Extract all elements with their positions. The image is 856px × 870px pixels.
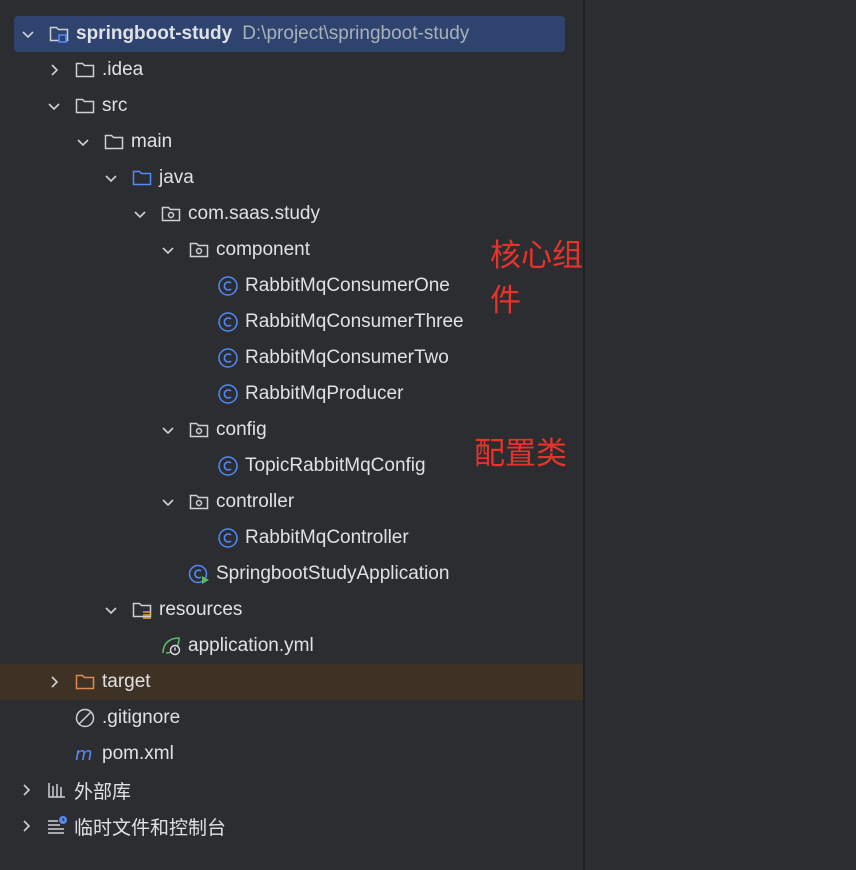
tree-node-label: resources (159, 599, 243, 620)
tree-node-package[interactable]: com.saas.study (0, 196, 583, 232)
tree-node-label: 外部库 (74, 781, 132, 803)
tree-node-label: application.yml (188, 635, 314, 656)
svg-text:m: m (75, 744, 93, 765)
tree-node-label: main (131, 131, 173, 152)
tree-node-external-libraries[interactable]: 外部库 (0, 772, 583, 808)
chevron-down-icon[interactable] (46, 98, 62, 114)
chevron-down-icon[interactable] (160, 242, 176, 258)
class-icon (217, 455, 239, 477)
project-path: D:\project\springboot-study (242, 23, 470, 44)
tree-node-label: config (216, 419, 267, 440)
ignore-file-icon (74, 707, 96, 729)
class-icon (217, 275, 239, 297)
library-icon (46, 779, 68, 801)
project-tree-panel: springboot-study D:\project\springboot-s… (0, 0, 583, 870)
tree-node-yml[interactable]: application.yml (0, 628, 583, 664)
tree-node-label: SpringbootStudyApplication (216, 563, 450, 584)
tree-node-label: 临时文件和控制台 (74, 817, 227, 839)
tree-node-idea[interactable]: .idea (0, 52, 583, 88)
chevron-down-icon[interactable] (75, 134, 91, 150)
chevron-right-icon[interactable] (46, 674, 62, 690)
folder-icon (74, 95, 96, 117)
tree-node-label: com.saas.study (188, 203, 320, 224)
tree-node-label: .idea (102, 59, 144, 80)
tree-node-label: .gitignore (102, 707, 181, 728)
tree-node-java[interactable]: java (0, 160, 583, 196)
source-folder-icon (131, 167, 153, 189)
tree-node-scratches[interactable]: 临时文件和控制台 (0, 808, 583, 844)
class-icon (217, 383, 239, 405)
tree-node-label: TopicRabbitMqConfig (245, 455, 426, 476)
chevron-down-icon[interactable] (103, 170, 119, 186)
maven-icon: m (74, 743, 96, 765)
chevron-down-icon[interactable] (103, 602, 119, 618)
package-icon (188, 239, 210, 261)
folder-icon (103, 131, 125, 153)
scratches-icon (46, 815, 68, 837)
tree-node-label: RabbitMqController (245, 527, 409, 548)
module-folder-icon (48, 23, 70, 45)
tree-node-main[interactable]: main (0, 124, 583, 160)
chevron-right-icon[interactable] (46, 62, 62, 78)
tree-node-label: RabbitMqConsumerOne (245, 275, 450, 296)
tree-node-label: java (159, 167, 194, 188)
tree-node-controller[interactable]: controller (0, 484, 583, 520)
chevron-down-icon[interactable] (132, 206, 148, 222)
class-icon (217, 347, 239, 369)
tree-node-pom[interactable]: m pom.xml (0, 736, 583, 772)
chevron-down-icon[interactable] (160, 422, 176, 438)
folder-icon (74, 59, 96, 81)
tree-node-class[interactable]: RabbitMqProducer (0, 376, 583, 412)
project-name: springboot-study (76, 23, 233, 44)
tree-node-target[interactable]: target (0, 664, 583, 700)
tree-node-label: RabbitMqConsumerThree (245, 311, 464, 332)
tree-node-src[interactable]: src (0, 88, 583, 124)
tree-node-label: RabbitMqConsumerTwo (245, 347, 449, 368)
package-icon (188, 419, 210, 441)
chevron-down-icon[interactable] (160, 494, 176, 510)
tree-node-gitignore[interactable]: .gitignore (0, 700, 583, 736)
chevron-down-icon[interactable] (20, 26, 36, 42)
annotation-component: 核心组件 (490, 238, 583, 319)
tree-node-label: controller (216, 491, 295, 512)
tree-node-label: target (102, 671, 151, 692)
chevron-right-icon[interactable] (18, 782, 34, 798)
tree-node-application-class[interactable]: SpringbootStudyApplication (0, 556, 583, 592)
tree-node-label: RabbitMqProducer (245, 383, 404, 404)
spring-config-icon (160, 635, 182, 657)
class-icon (217, 527, 239, 549)
annotation-config: 配置类 (474, 436, 567, 472)
editor-area (585, 0, 856, 870)
excluded-folder-icon (74, 671, 96, 693)
resources-folder-icon (131, 599, 153, 621)
tree-node-label: pom.xml (102, 743, 174, 764)
tree-node-label: component (216, 239, 311, 260)
package-icon (160, 203, 182, 225)
tree-node-class[interactable]: RabbitMqConsumerTwo (0, 340, 583, 376)
chevron-right-icon[interactable] (18, 818, 34, 834)
tree-node-project-root[interactable]: springboot-study D:\project\springboot-s… (14, 16, 565, 52)
tree-node-class[interactable]: RabbitMqController (0, 520, 583, 556)
class-icon (217, 311, 239, 333)
tree-node-resources[interactable]: resources (0, 592, 583, 628)
spring-boot-class-icon (188, 563, 210, 585)
package-icon (188, 491, 210, 513)
tree-node-label: src (102, 95, 128, 116)
